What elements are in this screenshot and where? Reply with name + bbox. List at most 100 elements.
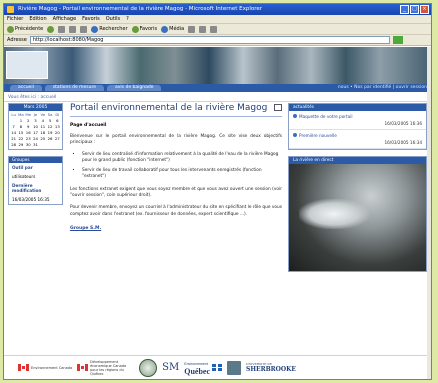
bullet-icon	[293, 133, 297, 137]
back-button[interactable]: Précédente	[7, 24, 43, 34]
forward-arrow-icon	[47, 25, 55, 33]
search-icon	[91, 25, 99, 33]
calendar-day[interactable]: 28	[10, 142, 17, 148]
page-title-text: Portail environnemental de la rivière Ma…	[70, 103, 268, 113]
main-content: Portail environnemental de la rivière Ma…	[70, 103, 282, 231]
minimize-button[interactable]: _	[400, 5, 409, 14]
title-bar: Rivière Magog - Portail environnemental …	[4, 4, 431, 15]
stop-button[interactable]	[58, 24, 66, 34]
mail-icon	[199, 25, 207, 33]
photo-header: La rivière en direct	[289, 157, 426, 164]
quebec-flag-icon	[212, 364, 223, 371]
login-link[interactable]: nous • Nos par identifié | ouvrir sessio…	[338, 84, 427, 92]
sherbrooke-label: SHERBROOKE	[246, 366, 296, 373]
seal-logo[interactable]	[139, 358, 158, 377]
web-page: accueil stations de mesure avis de baign…	[4, 47, 431, 379]
news-header: actualités	[289, 104, 426, 111]
media-button[interactable]: Média	[161, 24, 184, 34]
news-title[interactable]: Maquette de votre portail	[299, 114, 353, 119]
maximize-button[interactable]: □	[410, 5, 419, 14]
news-box: actualités Maquette de votre portail 16/…	[288, 103, 427, 150]
window-title: Rivière Magog - Portail environnemental …	[18, 6, 263, 12]
go-button[interactable]	[392, 36, 403, 44]
sherbrooke-logo[interactable]: UNIVERSITÉ DE SHERBROOKE	[246, 362, 296, 373]
canada-flag-icon	[77, 364, 89, 371]
env-canada-logo[interactable]: Environnement Canada	[18, 364, 72, 371]
list-item: Servir de lieu de travail collaboratif p…	[82, 168, 282, 181]
news-date: 16/03/2005 16:36	[384, 121, 422, 126]
print-button[interactable]	[210, 24, 218, 34]
objectives-list: Servir de lieu centralisé d'information …	[70, 152, 282, 181]
calendar-month[interactable]: Mars 2005	[9, 104, 62, 111]
env-canada-label: Environnement Canada	[31, 365, 73, 370]
menu-bar: Fichier Edition Affichage Favoris Outils…	[4, 15, 431, 24]
history-button[interactable]	[188, 24, 196, 34]
forward-button[interactable]	[47, 24, 55, 34]
print-icon[interactable]	[274, 104, 282, 111]
calendar: Mars 2005 Lu Ma Me Je Ve Sa Di 1 2 3 4 5 6 7 8 9 10 11 12 1…	[8, 103, 63, 150]
news-date: 16/03/2005 16:34	[384, 140, 422, 145]
menu-tools[interactable]: Outils	[106, 15, 120, 23]
site-logo[interactable]	[6, 51, 48, 79]
modif-label: Dernière modification	[12, 183, 42, 193]
home-button[interactable]	[80, 24, 88, 34]
ie-icon	[7, 6, 14, 13]
news-item[interactable]: Première nouvelle 16/03/2005 16:34	[289, 130, 426, 149]
quebec-logo[interactable]: Environnement Québec	[184, 360, 223, 376]
search-button[interactable]: Rechercher	[91, 24, 128, 34]
address-label: Adresse	[7, 36, 27, 43]
page-title: Portail environnemental de la rivière Ma…	[70, 103, 282, 117]
menu-file[interactable]: Fichier	[7, 15, 23, 23]
menu-help[interactable]: ?	[126, 15, 129, 23]
membership-paragraph: Pour devenir membre, envoyez un courriel…	[70, 205, 282, 217]
menu-edit[interactable]: Edition	[29, 15, 46, 23]
dev-eco-logo[interactable]: Développement économique Canada pour les…	[77, 360, 134, 376]
calendar-day[interactable]: 31	[32, 142, 39, 148]
menu-favorites[interactable]: Favoris	[82, 15, 100, 23]
close-button[interactable]: ×	[420, 5, 429, 14]
news-item[interactable]: Maquette de votre portail 16/03/2005 16:…	[289, 111, 426, 130]
printer-icon	[210, 25, 218, 33]
dev-eco-label: Développement économique Canada pour les…	[90, 359, 127, 376]
favorites-button[interactable]: Favoris	[131, 24, 157, 34]
tab-stations[interactable]: stations de mesure	[44, 85, 105, 91]
star-icon	[131, 25, 139, 33]
calendar-day	[54, 142, 61, 148]
menu-view[interactable]: Affichage	[53, 15, 77, 23]
calendar-day[interactable]: 29	[17, 142, 24, 148]
tab-avis[interactable]: avis de baignade	[107, 85, 162, 91]
tree-logo[interactable]	[227, 360, 242, 375]
groups-link[interactable]: utilisateurs	[9, 172, 62, 181]
refresh-icon	[69, 25, 77, 33]
site-banner	[4, 47, 431, 84]
refresh-button[interactable]	[69, 24, 77, 34]
vertical-scrollbar[interactable]	[427, 47, 431, 379]
tab-accueil[interactable]: accueil	[10, 85, 42, 91]
news-title[interactable]: Première nouvelle	[299, 133, 337, 138]
river-photo	[289, 164, 426, 271]
main-nav: accueil stations de mesure avis de baign…	[4, 84, 431, 92]
stop-icon	[58, 25, 66, 33]
groups-box: Groupes Outil par utilisateurs Dernière …	[8, 156, 63, 205]
calendar-day	[39, 142, 46, 148]
address-input[interactable]: http://localhost:8080/Magog	[29, 36, 390, 44]
breadcrumb: Vous êtes ici : accueil	[4, 92, 431, 102]
list-item: Servir de lieu centralisé d'information …	[82, 152, 282, 165]
history-icon	[188, 25, 196, 33]
mail-button[interactable]	[199, 24, 207, 34]
browser-window: Rivière Magog - Portail environnemental …	[3, 3, 432, 380]
partner-logos: Environnement Canada Développement écono…	[4, 355, 431, 379]
media-icon	[161, 25, 169, 33]
calendar-day	[46, 142, 53, 148]
quebec-label: Environnement Québec	[184, 360, 210, 376]
modif-value: 16/03/2005 16:35	[12, 197, 50, 202]
address-bar: Adresse http://localhost:8080/Magog	[4, 35, 431, 46]
extranet-paragraph: Les fonctions extranet exigent que vous …	[70, 186, 282, 199]
sm-logo[interactable]: SM	[162, 362, 179, 373]
window-controls: _ □ ×	[400, 5, 429, 14]
calendar-day[interactable]: 30	[25, 142, 32, 148]
groups-label: Outil par	[12, 165, 33, 170]
left-column: Mars 2005 Lu Ma Me Je Ve Sa Di 1 2 3 4 5 6 7 8 9 10 11 12 1…	[8, 103, 63, 205]
signature-link[interactable]: Groupe S.M.	[70, 226, 282, 231]
home-icon	[80, 25, 88, 33]
